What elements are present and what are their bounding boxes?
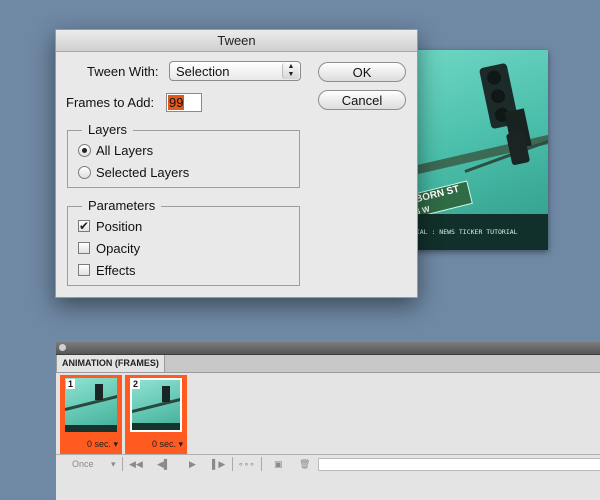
frames-to-add-value: 99 — [168, 95, 185, 110]
animation-panel: ANIMATION (FRAMES) 1 0 sec. ▾ 2 0 sec. ▾… — [56, 342, 600, 500]
chevron-updown-icon: ▲ ▼ — [282, 63, 299, 79]
tab-animation-frames[interactable]: ANIMATION (FRAMES) — [56, 355, 165, 372]
frame-delay[interactable]: 0 sec. ▾ — [152, 439, 183, 450]
cancel-button[interactable]: Cancel — [318, 90, 406, 110]
new-frame-icon[interactable]: ▣ — [274, 457, 283, 471]
frame-number: 1 — [66, 379, 75, 389]
tween-with-label: Tween With: — [87, 64, 159, 79]
parameters-group: Parameters ✔ Position Opacity Effects — [67, 198, 300, 286]
animation-frame-selected[interactable]: 2 0 sec. ▾ — [125, 375, 187, 454]
layers-legend: Layers — [82, 122, 134, 138]
all-layers-label: All Layers — [96, 143, 154, 158]
news-ticker: ORIAL : NEWS TICKER TUTORIAL — [405, 214, 548, 250]
toolbar-divider — [261, 457, 262, 471]
panel-tab-row: ANIMATION (FRAMES) — [56, 355, 600, 373]
tween-dialog: Tween Tween With: Selection ▲ ▼ Frames to… — [55, 29, 418, 298]
frames-to-add-input[interactable]: 99 — [166, 93, 202, 112]
opacity-label: Opacity — [96, 241, 141, 256]
frame-number: 2 — [131, 379, 140, 389]
ok-button[interactable]: OK — [318, 62, 406, 82]
animation-frame[interactable]: 1 0 sec. ▾ — [60, 375, 122, 454]
checkbox-empty — [78, 264, 90, 276]
radio-button-on — [78, 144, 91, 157]
toolbar-divider — [122, 457, 123, 471]
animation-toolbar: Once ▾ ◀◀ ◀▌ ▶ ▌▶ ∘∘∘ ▣ 🗑 — [56, 454, 600, 473]
effects-label: Effects — [96, 263, 136, 278]
frames-scrollbar[interactable] — [318, 458, 600, 471]
previous-frame-icon[interactable]: ◀▌ — [157, 457, 170, 471]
dialog-title: Tween — [56, 30, 417, 52]
parameters-legend: Parameters — [82, 198, 162, 214]
frames-to-add-label: Frames to Add: — [66, 95, 155, 110]
tween-with-value: Selection — [176, 64, 230, 79]
selected-layers-label: Selected Layers — [96, 165, 190, 180]
chevron-down-icon: ▾ — [111, 459, 116, 469]
toolbar-divider — [232, 457, 233, 471]
position-label: Position — [96, 219, 143, 234]
canvas-image: RBORN ST 36 W ORIAL : NEWS TICKER TUTORI… — [405, 50, 548, 250]
tween-icon[interactable]: ∘∘∘ — [238, 457, 255, 471]
panel-header — [56, 342, 600, 355]
trash-icon[interactable]: 🗑 — [299, 457, 310, 471]
loop-option-select[interactable]: Once — [72, 457, 94, 471]
checkmark-icon: ✔ — [78, 219, 90, 233]
tween-with-select[interactable]: Selection ▲ ▼ — [169, 61, 301, 81]
play-icon[interactable]: ▶ — [189, 457, 196, 471]
radio-button-off — [78, 166, 91, 179]
frame-delay[interactable]: 0 sec. ▾ — [87, 439, 118, 450]
checkbox-empty — [78, 242, 90, 254]
next-frame-icon[interactable]: ▌▶ — [212, 457, 225, 471]
layers-group: Layers All Layers Selected Layers — [67, 122, 300, 188]
first-frame-icon[interactable]: ◀◀ — [129, 457, 143, 471]
close-icon[interactable] — [59, 344, 66, 351]
